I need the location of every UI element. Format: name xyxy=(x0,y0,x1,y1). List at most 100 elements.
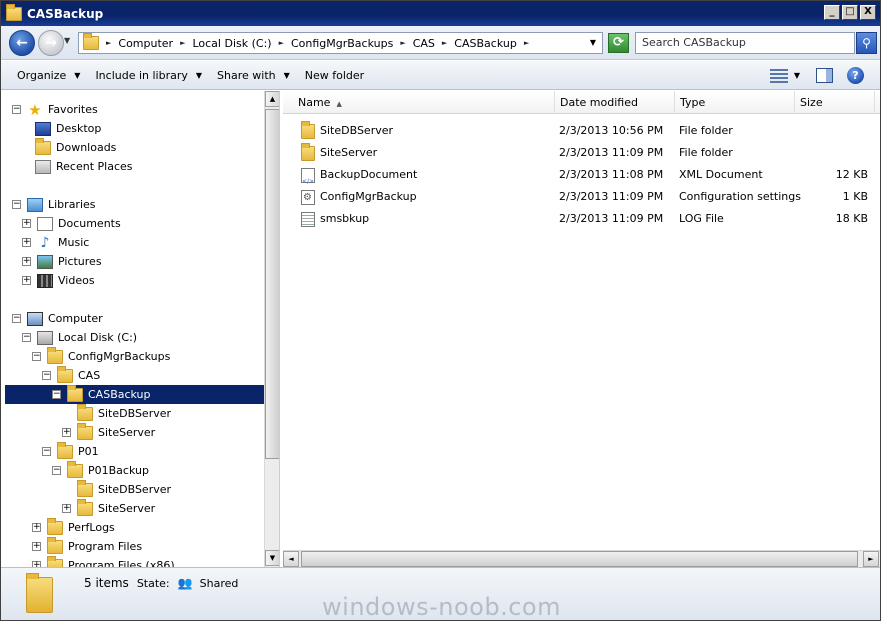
tree-item-siteserver[interactable]: + SiteServer xyxy=(62,422,155,442)
file-date: 2/3/2013 11:09 PM xyxy=(559,190,664,203)
back-button[interactable]: ← xyxy=(9,30,35,56)
search-button[interactable]: ⚲ xyxy=(856,32,877,54)
tree-item-local-disk[interactable]: − Local Disk (C:) xyxy=(22,328,137,347)
tree-item-music[interactable]: + ♪ Music xyxy=(22,233,89,252)
new-folder-label: New folder xyxy=(304,68,365,82)
disk-icon xyxy=(37,330,53,345)
breadcrumb-cas[interactable]: CAS xyxy=(413,37,435,50)
close-button[interactable]: X xyxy=(860,5,876,20)
collapse-toggle[interactable]: − xyxy=(32,352,41,361)
tree-item-p01backup[interactable]: − P01Backup xyxy=(52,460,149,480)
view-dropdown[interactable]: ▼ xyxy=(794,71,800,80)
watermark: windows-noob.com xyxy=(322,593,561,621)
tree-item-program-files[interactable]: + Program Files xyxy=(32,536,142,556)
expand-toggle[interactable]: + xyxy=(22,219,31,228)
include-in-library-button[interactable]: Include in library ▼ xyxy=(95,69,202,82)
new-folder-button[interactable]: New folder xyxy=(305,69,364,82)
column-name[interactable]: Name ▲ xyxy=(283,91,555,114)
breadcrumb-computer[interactable]: Computer xyxy=(118,37,173,50)
table-row[interactable]: smsbkup 2/3/2013 11:09 PM LOG File 18 KB xyxy=(283,208,880,230)
table-row[interactable]: BackupDocument 2/3/2013 11:08 PM XML Doc… xyxy=(283,164,880,193)
chevron-right-icon[interactable]: ► xyxy=(400,39,405,47)
share-with-button[interactable]: Share with ▼ xyxy=(217,69,290,82)
tree-item-computer[interactable]: − Computer xyxy=(12,309,103,328)
chevron-right-icon[interactable]: ► xyxy=(524,39,529,47)
tree-item-cas[interactable]: − CAS xyxy=(42,365,100,385)
tree-label: Music xyxy=(58,236,90,249)
maximize-button[interactable]: □ xyxy=(842,5,858,20)
file-size: 18 KB xyxy=(835,212,868,225)
refresh-button[interactable]: ⟳ xyxy=(608,33,629,53)
table-row[interactable]: ConfigMgrBackup 2/3/2013 11:09 PM Config… xyxy=(283,186,880,208)
chevron-right-icon[interactable]: ► xyxy=(279,39,284,47)
expand-toggle[interactable]: + xyxy=(62,504,71,513)
breadcrumb-local-disk[interactable]: Local Disk (C:) xyxy=(192,37,271,50)
tree-item-favorites[interactable]: − ★ Favorites xyxy=(12,100,98,119)
breadcrumb[interactable]: ► Computer ► Local Disk (C:) ► ConfigMgr… xyxy=(78,32,603,54)
desktop-icon xyxy=(35,121,51,136)
forward-button[interactable]: → xyxy=(38,30,64,56)
tree-item-libraries[interactable]: − Libraries xyxy=(12,195,96,214)
scroll-thumb[interactable] xyxy=(301,551,858,567)
address-bar: ← → ▼ ► Computer ► Local Disk (C:) ► Con… xyxy=(1,26,880,60)
breadcrumb-configmgrbackups[interactable]: ConfigMgrBackups xyxy=(291,37,393,50)
scroll-right-button[interactable]: ► xyxy=(863,551,879,567)
file-name-label: smsbkup xyxy=(320,212,370,225)
settings-file-icon xyxy=(301,189,315,205)
table-row[interactable]: SiteDBServer 2/3/2013 10:56 PM File fold… xyxy=(283,120,880,142)
file-size xyxy=(795,142,868,164)
collapse-toggle[interactable]: − xyxy=(42,371,51,380)
scroll-down-button[interactable]: ▼ xyxy=(265,550,279,566)
address-history-dropdown[interactable]: ▼ xyxy=(590,38,596,47)
tree-scrollbar[interactable]: ▲ ▼ xyxy=(264,91,279,567)
help-icon[interactable]: ? xyxy=(847,67,864,84)
collapse-toggle[interactable]: − xyxy=(42,447,51,456)
tree-item-desktop[interactable]: Desktop xyxy=(35,119,101,138)
scroll-up-button[interactable]: ▲ xyxy=(265,91,279,107)
recent-pages-dropdown[interactable]: ▼ xyxy=(64,36,70,45)
expand-toggle[interactable]: + xyxy=(32,542,41,551)
tree-item-recent-places[interactable]: Recent Places xyxy=(35,157,133,176)
tree-item-siteserver[interactable]: + SiteServer xyxy=(62,498,155,518)
collapse-toggle[interactable]: − xyxy=(52,390,61,399)
column-size[interactable]: Size xyxy=(795,91,875,114)
collapse-toggle[interactable]: − xyxy=(22,333,31,342)
expand-toggle[interactable]: + xyxy=(62,428,71,437)
tree-item-program-files-x86[interactable]: + Program Files (x86) xyxy=(32,555,175,567)
collapse-toggle[interactable]: − xyxy=(52,466,61,475)
tree-label: Recent Places xyxy=(56,160,133,173)
chevron-right-icon[interactable]: ► xyxy=(106,39,111,47)
column-type[interactable]: Type xyxy=(675,91,795,114)
organize-button[interactable]: Organize ▼ xyxy=(17,69,80,82)
expand-toggle[interactable]: + xyxy=(32,523,41,532)
tree-item-documents[interactable]: + Documents xyxy=(22,214,121,233)
title-bar[interactable]: CASBackup _ □ X xyxy=(1,1,880,26)
collapse-toggle[interactable]: − xyxy=(12,105,21,114)
tree-item-casbackup[interactable]: − CASBackup xyxy=(5,384,264,404)
preview-pane-icon[interactable] xyxy=(816,68,833,83)
content-scrollbar[interactable]: ◄ ► xyxy=(283,550,880,567)
expand-toggle[interactable]: + xyxy=(22,238,31,247)
tree-item-p01[interactable]: − P01 xyxy=(42,441,99,461)
chevron-right-icon[interactable]: ► xyxy=(442,39,447,47)
expand-toggle[interactable]: + xyxy=(22,276,31,285)
change-view-icon[interactable] xyxy=(769,68,788,83)
collapse-toggle[interactable]: − xyxy=(12,200,21,209)
table-row[interactable]: SiteServer 2/3/2013 11:09 PM File folder xyxy=(283,142,880,164)
collapse-toggle[interactable]: − xyxy=(12,314,21,323)
scroll-thumb[interactable] xyxy=(265,109,279,459)
chevron-right-icon[interactable]: ► xyxy=(180,39,185,47)
tree-item-sitedbserver[interactable]: SiteDBServer xyxy=(62,403,171,423)
tree-item-downloads[interactable]: Downloads xyxy=(35,137,116,157)
tree-item-perflogs[interactable]: + PerfLogs xyxy=(32,517,115,537)
column-date-modified[interactable]: Date modified xyxy=(555,91,675,114)
tree-item-configmgrbackups[interactable]: − ConfigMgrBackups xyxy=(32,346,170,366)
minimize-button[interactable]: _ xyxy=(824,5,840,20)
breadcrumb-casbackup[interactable]: CASBackup xyxy=(454,37,517,50)
tree-item-pictures[interactable]: + Pictures xyxy=(22,252,102,271)
expand-toggle[interactable]: + xyxy=(22,257,31,266)
scroll-left-button[interactable]: ◄ xyxy=(283,551,299,567)
tree-item-videos[interactable]: + Videos xyxy=(22,271,95,290)
search-input[interactable]: Search CASBackup xyxy=(635,32,855,54)
tree-item-sitedbserver[interactable]: SiteDBServer xyxy=(62,479,171,499)
